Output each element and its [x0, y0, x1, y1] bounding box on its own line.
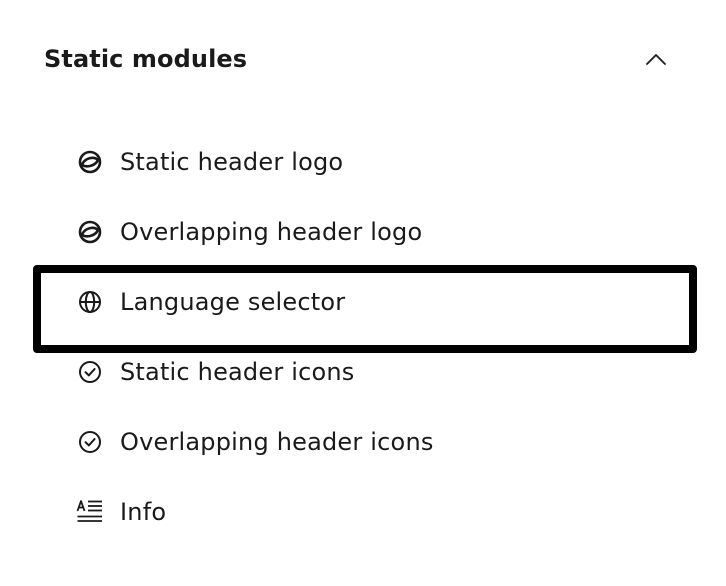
check-circle-icon — [76, 358, 104, 386]
list-item-language-selector[interactable]: Language selector — [76, 282, 345, 322]
globe-icon — [76, 288, 104, 316]
item-label: Static header logo — [120, 148, 344, 176]
check-circle-icon — [76, 428, 104, 456]
list-item-static-header-logo[interactable]: Static header logo — [76, 142, 343, 182]
list-item-info[interactable]: Info — [76, 492, 166, 532]
section-title: Static modules — [44, 45, 248, 73]
chevron-up-icon[interactable] — [642, 45, 670, 73]
item-label: Info — [120, 498, 167, 526]
static-modules-header[interactable]: Static modules — [44, 30, 684, 88]
logo-icon — [76, 218, 104, 246]
static-modules-panel: Static modules Static header logo Overla… — [0, 0, 726, 586]
item-label: Overlapping header logo — [120, 218, 423, 246]
item-label: Overlapping header icons — [120, 428, 434, 456]
list-item-overlapping-header-icons[interactable]: Overlapping header icons — [76, 422, 434, 462]
text-info-icon — [76, 498, 104, 526]
logo-icon — [76, 148, 104, 176]
list-item-overlapping-header-logo[interactable]: Overlapping header logo — [76, 212, 422, 252]
list-item-static-header-icons[interactable]: Static header icons — [76, 352, 355, 392]
item-label: Language selector — [120, 288, 346, 316]
item-label: Static header icons — [120, 358, 355, 386]
